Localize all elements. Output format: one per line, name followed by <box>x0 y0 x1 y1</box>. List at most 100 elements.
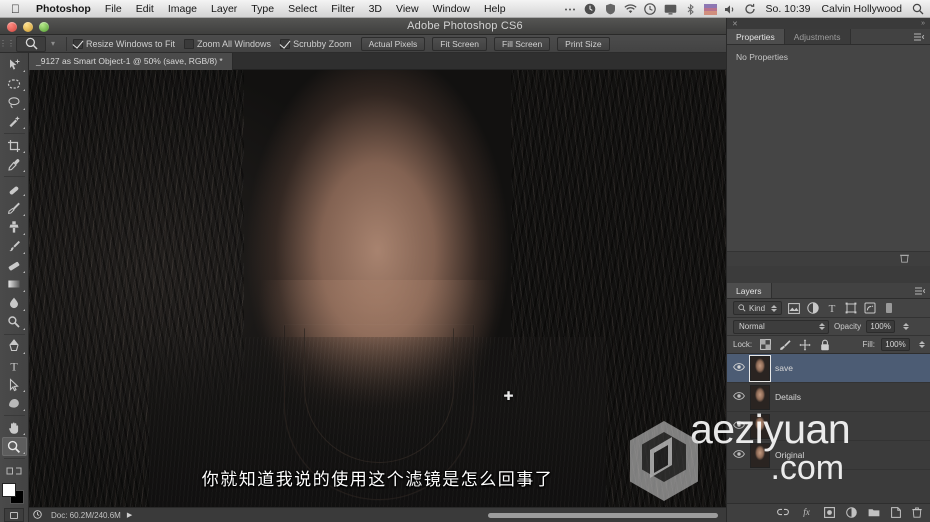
opacity-value[interactable]: 100% <box>866 320 896 333</box>
layer-name[interactable]: save <box>775 363 793 373</box>
tool-preset-chevron-down-icon[interactable]: ▾ <box>46 35 60 53</box>
actual-pixels-button[interactable]: Actual Pixels <box>360 36 426 51</box>
volume-icon[interactable] <box>724 3 737 16</box>
options-bar-grip[interactable]: ⋮⋮ <box>0 35 15 53</box>
sync-icon[interactable] <box>744 3 757 16</box>
path-selection-tool[interactable] <box>2 375 27 394</box>
tab-layers[interactable]: Layers <box>727 283 772 298</box>
horizontal-scrollbar[interactable] <box>488 512 718 518</box>
play-arrow-icon[interactable]: ▶ <box>127 511 132 519</box>
menu-item-file[interactable]: File <box>98 0 129 18</box>
clone-stamp-tool[interactable] <box>2 218 27 237</box>
menu-item-select[interactable]: Select <box>281 0 324 18</box>
history-brush-tool[interactable] <box>2 237 27 256</box>
eye-icon[interactable] <box>732 450 745 460</box>
hand-tool[interactable] <box>2 418 27 437</box>
menu-item-type[interactable]: Type <box>244 0 281 18</box>
clock-icon[interactable] <box>584 3 597 16</box>
new-layer-icon[interactable] <box>891 506 901 520</box>
zoom-tool[interactable] <box>1 437 27 457</box>
quick-selection-tool[interactable] <box>2 112 27 131</box>
layer-name[interactable]: Original <box>775 450 804 460</box>
layer-thumbnail[interactable] <box>750 384 770 410</box>
wifi-icon[interactable] <box>623 3 637 16</box>
type-tool[interactable]: T <box>2 356 27 375</box>
move-tool[interactable] <box>2 55 27 74</box>
filter-kind-select[interactable]: Kind <box>733 301 783 315</box>
fill-value[interactable]: 100% <box>881 338 910 351</box>
dodge-tool[interactable] <box>2 313 27 332</box>
gradient-tool[interactable] <box>2 275 27 294</box>
dots-icon[interactable] <box>564 3 577 16</box>
opacity-stepper[interactable] <box>903 323 910 330</box>
print-size-button[interactable]: Print Size <box>557 36 610 51</box>
menu-item-layer[interactable]: Layer <box>204 0 244 18</box>
crop-tool[interactable] <box>2 136 27 155</box>
tab-properties[interactable]: Properties <box>727 29 785 44</box>
lock-position-icon[interactable] <box>798 338 812 352</box>
layer-mask-icon[interactable] <box>824 506 835 520</box>
fill-screen-button[interactable]: Fill Screen <box>494 36 551 51</box>
lock-transparency-icon[interactable] <box>758 338 772 352</box>
lasso-tool[interactable] <box>2 93 27 112</box>
layer-row-details[interactable]: Details <box>727 383 930 412</box>
eye-icon[interactable] <box>732 421 745 431</box>
eye-icon[interactable] <box>732 363 745 373</box>
layer-thumbnail[interactable] <box>749 354 771 382</box>
shape-filter-icon[interactable] <box>844 301 858 315</box>
menu-item-filter[interactable]: Filter <box>324 0 361 18</box>
canvas-area[interactable]: ✚ 你就知道我说的使用这个滤镜是怎么回事了 <box>29 70 726 522</box>
shield-icon[interactable] <box>604 3 617 16</box>
layer-style-icon[interactable]: fx <box>800 507 813 519</box>
properties-panel-collapse-bar[interactable]: ✕ » <box>727 18 930 29</box>
menu-item-help[interactable]: Help <box>477 0 513 18</box>
flag-icon[interactable] <box>703 3 717 16</box>
lock-image-icon[interactable] <box>778 338 792 352</box>
scrubby-zoom-checkbox[interactable]: Scrubby Zoom <box>280 38 352 49</box>
menu-item-photoshop[interactable]: Photoshop <box>29 0 98 18</box>
clock-icon[interactable] <box>29 509 45 521</box>
marquee-tool[interactable] <box>2 74 27 93</box>
layer-row-save[interactable]: save <box>727 354 930 383</box>
blur-tool[interactable] <box>2 294 27 313</box>
collapse-icon[interactable]: » <box>921 20 925 27</box>
tab-adjustments[interactable]: Adjustments <box>784 29 851 44</box>
eyedropper-tool[interactable] <box>2 155 27 174</box>
adjustment-filter-icon[interactable] <box>806 301 820 315</box>
delete-layer-icon[interactable] <box>912 507 922 520</box>
link-layers-icon[interactable] <box>777 508 789 518</box>
apple-icon[interactable]:  <box>11 3 20 15</box>
menu-item-3d[interactable]: 3D <box>362 0 389 18</box>
layer-thumbnail[interactable] <box>750 442 770 468</box>
bluetooth-icon[interactable] <box>684 3 697 16</box>
quick-mask-button[interactable] <box>4 508 24 522</box>
fit-screen-button[interactable]: Fit Screen <box>432 36 488 51</box>
menu-item-window[interactable]: Window <box>426 0 477 18</box>
fill-stepper[interactable] <box>919 341 925 348</box>
shape-tool[interactable] <box>2 394 27 413</box>
zoom-tool-icon[interactable] <box>16 35 46 52</box>
blend-mode-select[interactable]: Normal <box>733 319 829 334</box>
eraser-tool[interactable] <box>2 256 27 275</box>
panel-menu-icon[interactable] <box>914 33 925 41</box>
layer-row-unnamed[interactable] <box>727 412 930 441</box>
layer-row-original[interactable]: Original <box>727 441 930 470</box>
timemachine-icon[interactable] <box>644 3 657 16</box>
color-swatches[interactable] <box>2 483 26 505</box>
mac-user-name[interactable]: Calvin Hollywood <box>819 3 904 15</box>
smartobject-filter-icon[interactable] <box>863 301 877 315</box>
delete-icon[interactable] <box>900 253 910 265</box>
lock-all-icon[interactable] <box>818 338 832 352</box>
adjustment-layer-icon[interactable] <box>846 506 857 520</box>
layer-name[interactable]: Details <box>775 392 801 402</box>
brush-tool[interactable] <box>2 198 27 217</box>
layer-thumbnail[interactable] <box>750 413 770 439</box>
resize-windows-to-fit-checkbox[interactable]: Resize Windows to Fit <box>73 38 175 49</box>
healing-brush-tool[interactable] <box>2 179 27 198</box>
zoom-all-windows-checkbox[interactable]: Zoom All Windows <box>184 38 271 49</box>
mac-clock[interactable]: So. 10:39 <box>764 3 813 15</box>
search-icon[interactable] <box>911 3 924 16</box>
menu-item-view[interactable]: View <box>389 0 426 18</box>
panel-menu-icon[interactable] <box>915 287 926 295</box>
filter-toggle-icon[interactable] <box>882 301 896 315</box>
